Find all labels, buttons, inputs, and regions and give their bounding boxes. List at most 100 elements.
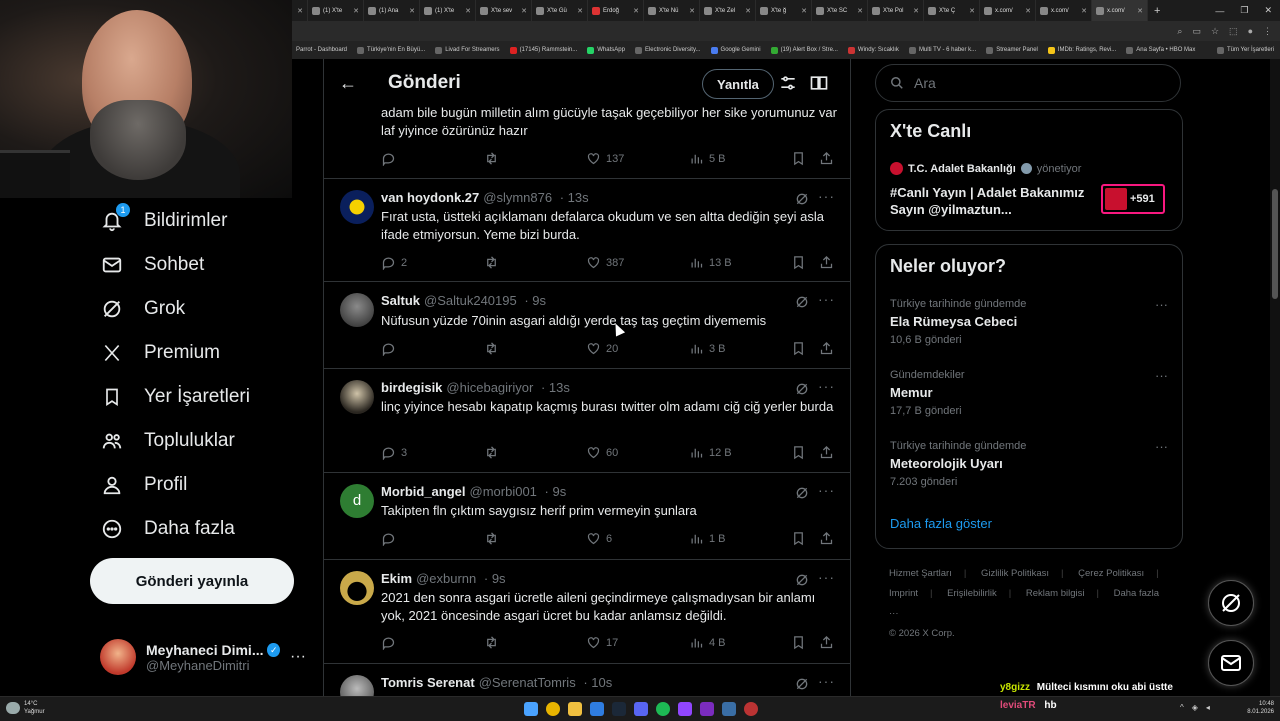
nav-item-grok[interactable]: Grok: [100, 287, 185, 331]
browser-tab[interactable]: X'te sev ✕: [476, 0, 532, 21]
app-icon[interactable]: [744, 702, 758, 716]
window-close-icon[interactable]: ✕: [1256, 5, 1280, 16]
address-bar[interactable]: ⌕ ▭ ☆ ⬚ ● ⋮: [292, 21, 1280, 41]
tweet-time[interactable]: · 13s: [541, 380, 570, 395]
retweet-action[interactable]: [484, 445, 499, 460]
browser-tab[interactable]: (1) X'te ✕: [420, 0, 476, 21]
filter-icon[interactable]: [778, 73, 798, 93]
trend-item[interactable]: Türkiye tarihinde gündemde Meteorolojik …: [876, 435, 1182, 503]
share-action[interactable]: [819, 255, 834, 270]
author-handle[interactable]: @Saltuk240195: [424, 293, 517, 308]
author-handle[interactable]: @slymn876: [483, 190, 552, 205]
footer-link[interactable]: Gizlilik Politikası: [981, 568, 1049, 579]
retweet-action[interactable]: [484, 151, 499, 166]
tweet[interactable]: Ekim @exburnn · 9s ··· 2021 den sonra asg…: [324, 559, 850, 664]
account-switcher[interactable]: Meyhaneci Dimi... ✓ @MeyhaneDimitri ···: [100, 636, 306, 678]
network-icon[interactable]: ◈: [1192, 703, 1198, 712]
author-name[interactable]: Morbid_angel: [381, 484, 466, 499]
author-name[interactable]: Saltuk: [381, 293, 420, 308]
avatar[interactable]: [340, 380, 374, 414]
speaker-icon[interactable]: ◂: [1206, 703, 1210, 712]
tweet-time[interactable]: · 10s: [583, 675, 612, 690]
retweet-action[interactable]: [484, 255, 499, 270]
bookmark-action[interactable]: [791, 531, 806, 546]
scrollbar-thumb[interactable]: [1272, 189, 1278, 299]
author-name[interactable]: Ekim: [381, 571, 412, 586]
reply-action[interactable]: 3: [381, 445, 407, 460]
menu-icon[interactable]: ⋮: [1263, 26, 1272, 37]
share-action[interactable]: [819, 531, 834, 546]
footer-link[interactable]: Çerez Politikası: [1078, 568, 1144, 579]
tweet[interactable]: birdegisik @hicebagiriyor · 13s ··· linç …: [324, 368, 850, 473]
views-action[interactable]: 4 B: [689, 635, 726, 650]
zoom-icon[interactable]: ⌕: [1177, 26, 1182, 37]
avatar[interactable]: [340, 571, 374, 605]
browser-tab[interactable]: x.com/ ✕: [980, 0, 1036, 21]
bookmark-action[interactable]: [791, 635, 806, 650]
views-action[interactable]: 3 B: [689, 341, 726, 356]
nav-item-communities[interactable]: Topluluklar: [100, 419, 235, 463]
profile-icon[interactable]: ●: [1248, 26, 1253, 37]
browser-tab[interactable]: X'te ğ ✕: [756, 0, 812, 21]
live-host[interactable]: T.C. Adalet Bakanlığı yönetiyor: [890, 162, 1081, 175]
bookmark-item[interactable]: Türkiye'nin En Büyü...: [357, 46, 425, 54]
more-icon[interactable]: ···: [818, 673, 834, 689]
bookmark-item[interactable]: IMDb: Ratings, Revi...: [1047, 46, 1116, 54]
discord-icon[interactable]: [634, 702, 648, 716]
close-icon[interactable]: ✕: [465, 7, 471, 15]
browser-tab[interactable]: X'te Gü ✕: [532, 0, 588, 21]
bookmark-action[interactable]: [791, 255, 806, 270]
bookmark-item[interactable]: Ana Sayfa • HBO Max: [1126, 46, 1195, 54]
retweet-action[interactable]: [484, 341, 499, 356]
bookmark-item[interactable]: Google Gemini: [710, 46, 761, 54]
close-icon[interactable]: ✕: [857, 7, 863, 15]
star-icon[interactable]: ☆: [1211, 26, 1219, 37]
more-icon[interactable]: ···: [818, 291, 834, 307]
nav-item-premium[interactable]: Premium: [100, 331, 220, 375]
footer-link[interactable]: Hizmet Şartları: [889, 568, 952, 579]
scrollbar[interactable]: [1270, 59, 1280, 696]
browser-tab-active[interactable]: x.com/ ✕: [1092, 0, 1148, 21]
close-icon[interactable]: ✕: [1081, 7, 1087, 15]
reply-action[interactable]: [381, 635, 396, 650]
close-icon[interactable]: ✕: [633, 7, 639, 15]
browser-tab[interactable]: Erdoğ ✕: [588, 0, 644, 21]
like-action[interactable]: 387: [586, 255, 624, 270]
tweet-time[interactable]: · 9s: [545, 484, 567, 499]
browser-tab[interactable]: X'te Zel ✕: [700, 0, 756, 21]
close-icon[interactable]: ✕: [1137, 7, 1143, 15]
tweet[interactable]: d Morbid_angel @morbi001 · 9s ··· Takipte…: [324, 472, 850, 560]
nav-item-chat[interactable]: Sohbet: [100, 243, 204, 287]
reply-action[interactable]: [381, 531, 396, 546]
grok-icon[interactable]: [794, 676, 810, 692]
nav-item-bookmarks[interactable]: Yer İşaretleri: [100, 375, 250, 419]
cast-icon[interactable]: ▭: [1192, 26, 1201, 37]
bookmark-item[interactable]: Electronic Diversity...: [634, 46, 701, 54]
app-icon[interactable]: [700, 702, 714, 716]
browser-tab[interactable]: (1) X'te ✕: [308, 0, 364, 21]
messages-fab[interactable]: [1208, 640, 1254, 686]
twitch-icon[interactable]: [678, 702, 692, 716]
back-arrow-icon[interactable]: ←: [324, 73, 372, 94]
like-action[interactable]: 6: [586, 531, 612, 546]
minimize-icon[interactable]: —: [1207, 6, 1232, 16]
file-explorer-icon[interactable]: [568, 702, 582, 716]
more-icon[interactable]: ···: [290, 648, 306, 666]
bookmark-item[interactable]: Windy: Sıcaklık: [847, 46, 899, 54]
views-action[interactable]: 13 B: [689, 255, 732, 270]
avatar[interactable]: [340, 190, 374, 224]
nav-item-profile[interactable]: Profil: [100, 463, 187, 507]
live-listeners-pill[interactable]: +591: [1101, 184, 1165, 214]
bookmark-item[interactable]: (19) Alert Box / Stre...: [770, 46, 838, 54]
show-more-link[interactable]: Daha fazla göster: [890, 516, 992, 531]
close-icon[interactable]: ✕: [689, 7, 695, 15]
more-icon[interactable]: ···: [818, 482, 834, 498]
chrome-icon[interactable]: [546, 702, 560, 716]
grok-icon[interactable]: [794, 191, 810, 207]
tray-chevron-icon[interactable]: ^: [1180, 703, 1184, 712]
share-action[interactable]: [819, 341, 834, 356]
grok-icon[interactable]: [794, 572, 810, 588]
like-action[interactable]: 20: [586, 341, 618, 356]
like-action[interactable]: 60: [586, 445, 618, 460]
extensions-icon[interactable]: ⬚: [1229, 26, 1238, 37]
